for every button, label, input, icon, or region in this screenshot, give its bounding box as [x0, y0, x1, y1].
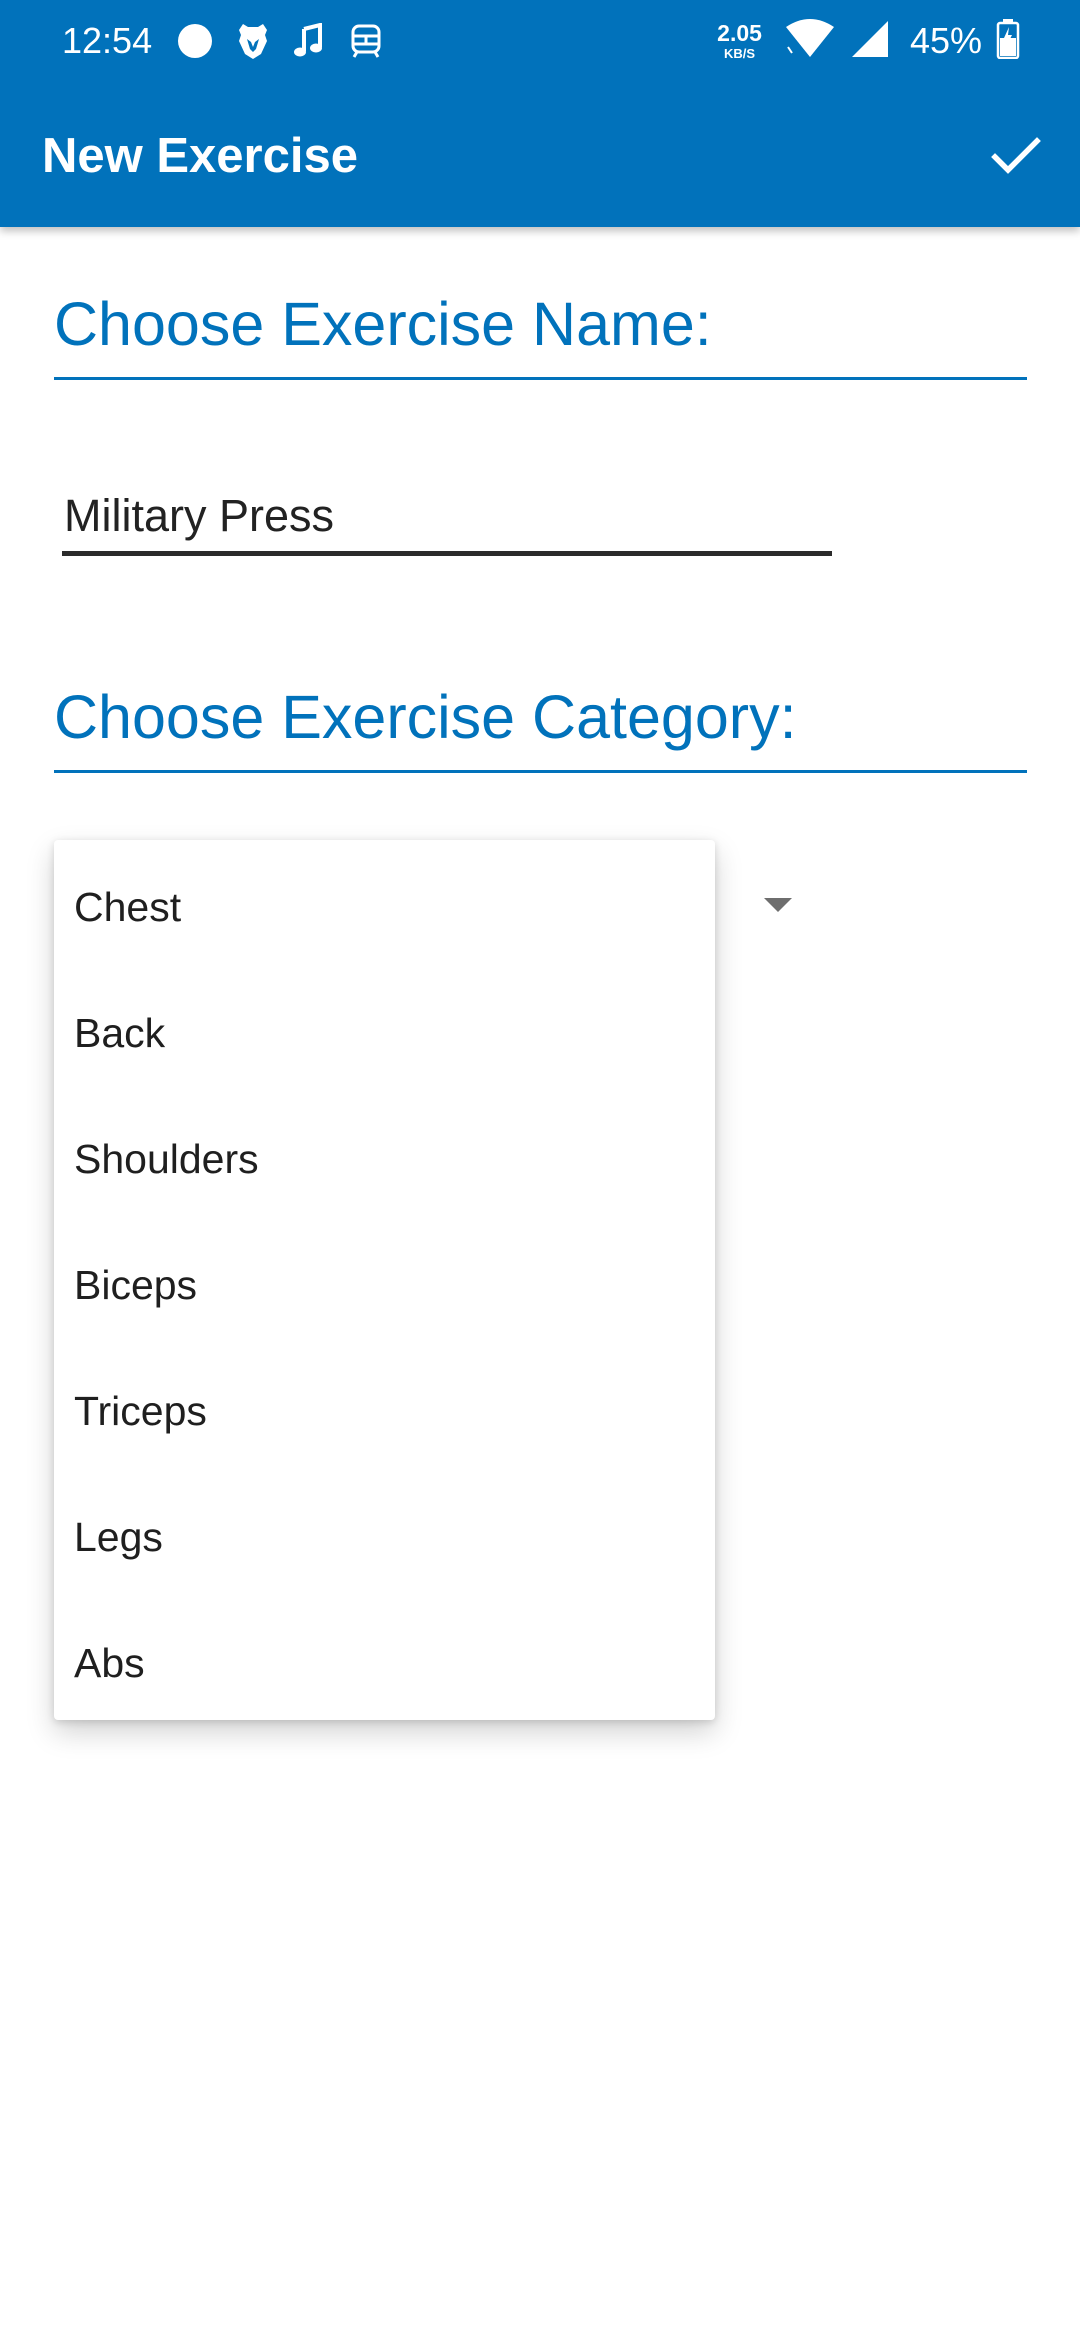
status-right: 2.05 KB/S 45% — [717, 16, 1020, 66]
category-dropdown-menu: Chest Back Shoulders Biceps Triceps Legs… — [54, 840, 715, 1720]
net-speed: 2.05 KB/S — [717, 20, 762, 61]
net-speed-unit: KB/S — [724, 46, 756, 61]
page-title: New Exercise — [42, 129, 358, 183]
checkmark-icon — [991, 137, 1041, 174]
cellular-signal-icon — [850, 19, 890, 64]
confirm-button[interactable] — [980, 120, 1052, 192]
exercise-category-heading: Choose Exercise Category: — [54, 680, 1027, 773]
status-bar: 12:54 2.05 KB/S 45% — [0, 0, 1080, 82]
music-notes-icon — [292, 23, 326, 59]
exercise-name-heading: Choose Exercise Name: — [54, 287, 1027, 380]
status-time: 12:54 — [62, 20, 153, 61]
brave-lion-icon — [236, 21, 270, 61]
battery-charging-icon — [996, 18, 1020, 64]
dropdown-option-shoulders[interactable]: Shoulders — [54, 1096, 715, 1222]
dropdown-option-abs[interactable]: Abs — [54, 1600, 715, 1726]
exercise-name-input[interactable] — [62, 480, 832, 556]
dropdown-option-biceps[interactable]: Biceps — [54, 1222, 715, 1348]
dropdown-option-back[interactable]: Back — [54, 970, 715, 1096]
dropdown-option-chest[interactable]: Chest — [54, 844, 715, 970]
top-bar: 12:54 2.05 KB/S 45% New Exercise — [0, 0, 1080, 227]
wifi-icon — [784, 18, 836, 64]
dropdown-arrow-icon[interactable] — [764, 898, 792, 912]
circle-notification-icon — [176, 22, 214, 60]
net-speed-value: 2.05 — [717, 20, 762, 46]
dropdown-option-legs[interactable]: Legs — [54, 1474, 715, 1600]
dropdown-option-triceps[interactable]: Triceps — [54, 1348, 715, 1474]
transit-icon — [348, 23, 384, 59]
battery-percent: 45% — [909, 20, 982, 61]
notification-icons — [176, 20, 384, 62]
